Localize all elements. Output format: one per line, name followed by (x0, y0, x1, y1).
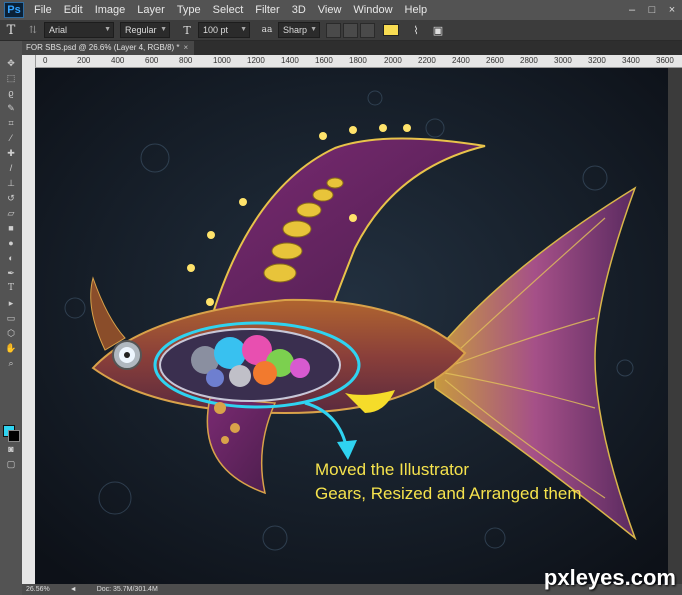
menu-edit[interactable]: Edit (58, 4, 89, 16)
menu-file[interactable]: File (28, 4, 58, 16)
minimize-icon[interactable]: – (622, 0, 642, 20)
ruler-tick-label: 1600 (315, 56, 333, 65)
antialias-select[interactable]: Sharp ▼ (278, 22, 320, 38)
shape-tool-icon[interactable]: ▭ (5, 314, 17, 323)
screen-mode-icon[interactable]: ▢ (5, 460, 17, 469)
crop-tool-icon[interactable]: ⌗ (5, 119, 17, 128)
healing-brush-tool-icon[interactable]: ✚ (5, 149, 17, 158)
chevron-down-icon: ▼ (310, 26, 317, 33)
pen-tool-icon[interactable]: ✒ (5, 269, 17, 278)
zoom-tool-icon[interactable]: ⌕ (5, 359, 17, 368)
dodge-tool-icon[interactable]: ◐ (5, 254, 17, 263)
annotation-line-2: Gears, Resized and Arranged them (315, 484, 582, 503)
photoshop-logo-icon: Ps (4, 2, 24, 18)
fish-artwork (35, 68, 668, 584)
ruler-tick-label: 3400 (622, 56, 640, 65)
ruler-tick-label: 400 (111, 56, 125, 65)
ruler-tick-label: 2200 (418, 56, 436, 65)
ruler-tick-label: 2800 (520, 56, 538, 65)
ruler-tick-label: 800 (179, 56, 193, 65)
ruler-tick-label: 2000 (384, 56, 402, 65)
annotation-line-1: Moved the Illustrator (315, 460, 470, 479)
ruler-tick-label: 3600 (656, 56, 674, 65)
menu-filter[interactable]: Filter (249, 4, 285, 16)
maximize-icon[interactable]: □ (642, 0, 662, 20)
menu-help[interactable]: Help (399, 4, 434, 16)
ruler-tick-label: 3200 (588, 56, 606, 65)
font-family-select[interactable]: Arial ▼ (44, 22, 114, 38)
type-tool-icon[interactable]: T (5, 284, 17, 293)
warp-text-icon[interactable]: ⌇ (405, 24, 427, 37)
text-orientation-icon[interactable]: ⇅ (22, 25, 44, 36)
ruler-tick-label: 1000 (213, 56, 231, 65)
watermark: pxleyes.com (543, 565, 676, 590)
vertical-ruler (22, 55, 36, 584)
close-icon[interactable]: × (662, 0, 682, 20)
menu-select[interactable]: Select (207, 4, 250, 16)
annotation-text: Moved the Illustrator Gears, Resized and… (315, 458, 581, 506)
align-center-icon[interactable] (343, 22, 358, 38)
background-color-swatch[interactable] (8, 430, 20, 442)
menu-3d[interactable]: 3D (286, 4, 312, 16)
align-left-icon[interactable] (326, 22, 341, 38)
type-tool-icon[interactable]: T (0, 23, 22, 38)
text-color-swatch[interactable] (383, 24, 399, 36)
ruler-tick-label: 3000 (554, 56, 572, 65)
chevron-down-icon: ▼ (240, 26, 247, 33)
chevron-down-icon: ▼ (160, 26, 167, 33)
hand-tool-icon[interactable]: ✋ (5, 344, 17, 353)
close-icon[interactable]: × (184, 43, 189, 52)
status-arrow-icon[interactable]: ◄ (70, 584, 77, 595)
path-selection-tool-icon[interactable]: ▸ (5, 299, 17, 308)
tools-panel: ✥ ⬚ ϱ ✎ ⌗ ⁄ ✚ / ⊥ ↺ ▱ ■ ● ◐ ✒ T ▸ ▭ ⬡ ✋ … (0, 41, 23, 595)
font-size-icon: T (183, 23, 191, 37)
blur-tool-icon[interactable]: ● (5, 239, 17, 248)
ruler-tick-label: 600 (145, 56, 159, 65)
menu-type[interactable]: Type (171, 4, 207, 16)
3d-tool-icon[interactable]: ⬡ (5, 329, 17, 338)
ruler-tick-label: 0 (43, 56, 48, 65)
lasso-tool-icon[interactable]: ϱ (5, 89, 17, 98)
move-tool-icon[interactable]: ✥ (5, 59, 17, 68)
ruler-tick-label: 2400 (452, 56, 470, 65)
menu-view[interactable]: View (312, 4, 348, 16)
document-tab[interactable]: FOR SBS.psd @ 26.6% (Layer 4, RGB/8) * × (22, 41, 195, 55)
ruler-tick-label: 200 (77, 56, 91, 65)
zoom-level[interactable]: 26.56% (26, 584, 50, 595)
ruler-tick-label: 2600 (486, 56, 504, 65)
menu-layer[interactable]: Layer (131, 4, 171, 16)
ruler-tick-label: 1400 (281, 56, 299, 65)
menu-window[interactable]: Window (347, 4, 398, 16)
history-brush-tool-icon[interactable]: ↺ (5, 194, 17, 203)
font-style-select[interactable]: Regular ▼ (120, 22, 170, 38)
clone-stamp-tool-icon[interactable]: ⊥ (5, 179, 17, 188)
options-bar: T ⇅ Arial ▼ Regular ▼ T 100 pt ▼ aa Sharp ▼ … (0, 20, 682, 41)
brush-tool-icon[interactable]: / (5, 164, 17, 173)
quick-select-tool-icon[interactable]: ✎ (5, 104, 17, 113)
marquee-tool-icon[interactable]: ⬚ (5, 74, 17, 83)
menu-image[interactable]: Image (89, 4, 132, 16)
gradient-tool-icon[interactable]: ■ (5, 224, 17, 233)
eyedropper-tool-icon[interactable]: ⁄ (5, 134, 17, 143)
doc-size: Doc: 35.7M/301.4M (96, 586, 158, 593)
document-tab-bar: FOR SBS.psd @ 26.6% (Layer 4, RGB/8) * × (22, 41, 682, 55)
antialias-icon: aa (261, 25, 273, 35)
quick-mask-icon[interactable]: ◙ (5, 445, 17, 454)
menu-bar: Ps File Edit Image Layer Type Select Fil… (0, 0, 682, 20)
font-size-select[interactable]: 100 pt ▼ (198, 22, 250, 38)
ruler-tick-label: 1200 (247, 56, 265, 65)
vertical-scrollbar[interactable] (668, 68, 682, 584)
align-right-icon[interactable] (360, 22, 375, 38)
horizontal-ruler: 0 200 400 600 800 1000 1200 1400 1600 1800 2000 220… (35, 55, 682, 68)
document-canvas[interactable]: Moved the Illustrator Gears, Resized and… (35, 68, 668, 584)
document-tab-title: FOR SBS.psd @ 26.6% (Layer 4, RGB/8) * (26, 43, 180, 52)
character-panel-icon[interactable]: ▣ (427, 24, 449, 37)
eraser-tool-icon[interactable]: ▱ (5, 209, 17, 218)
ruler-tick-label: 1800 (349, 56, 367, 65)
chevron-down-icon: ▼ (104, 26, 111, 33)
